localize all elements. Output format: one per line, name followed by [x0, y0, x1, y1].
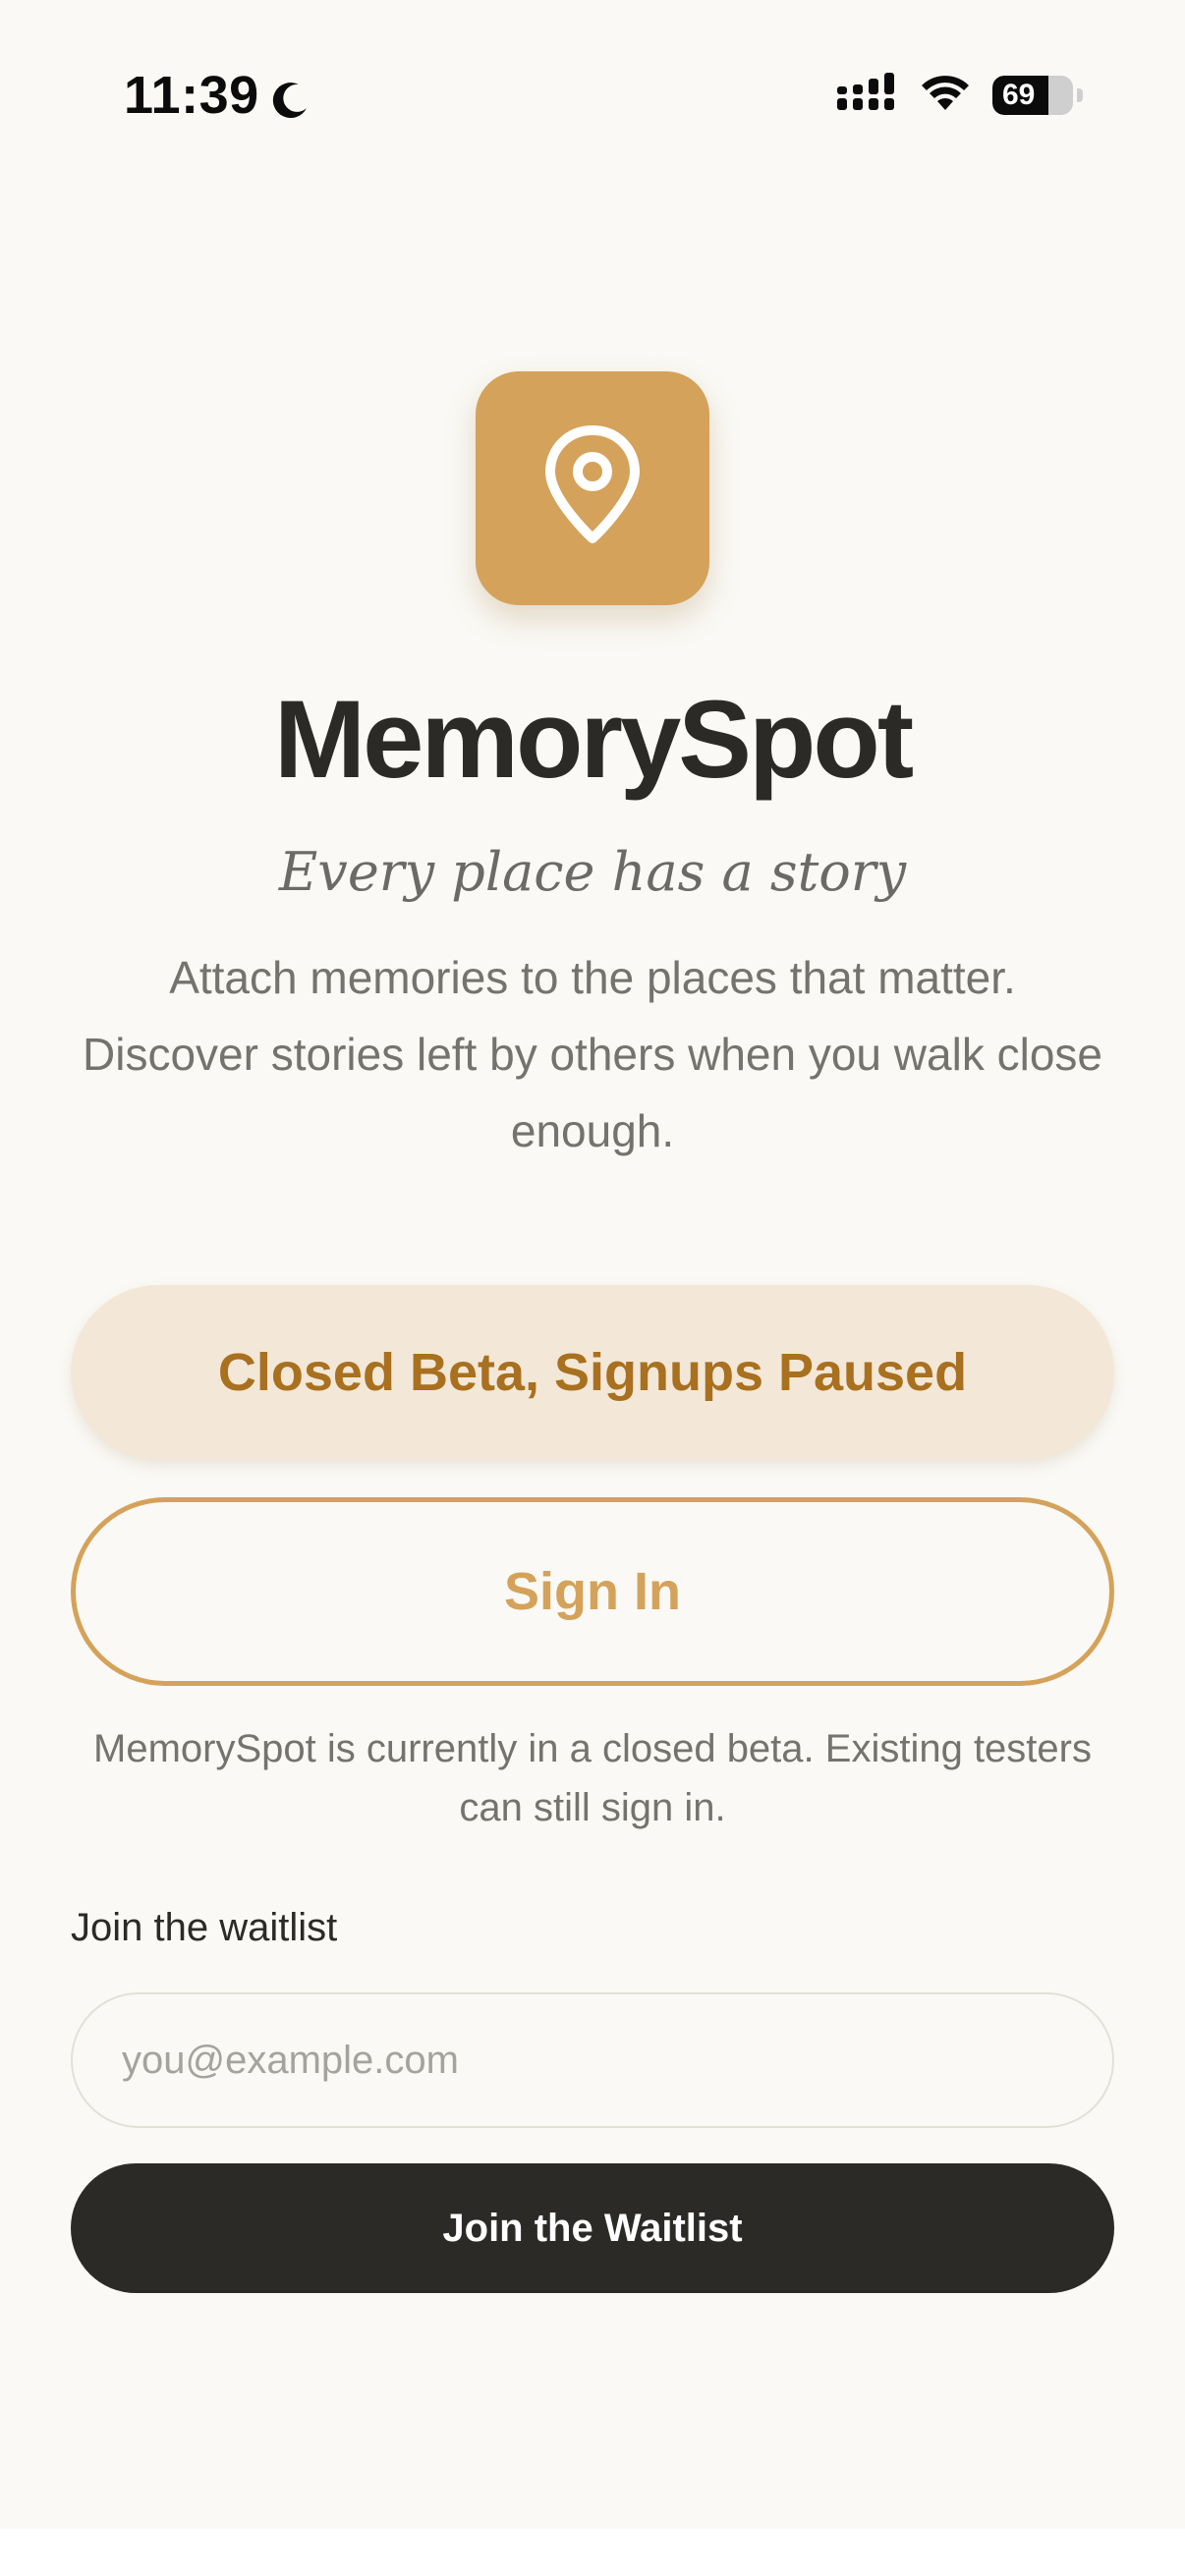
join-waitlist-button[interactable]: Join the Waitlist: [71, 2163, 1114, 2293]
battery-cap: [1077, 87, 1083, 102]
app-description: Attach memories to the places that matte…: [83, 952, 1102, 1156]
app-tagline: Every place has a story: [278, 841, 907, 903]
app-logo: [476, 371, 709, 605]
sign-in-button[interactable]: Sign In: [71, 1497, 1114, 1686]
closed-beta-status-button[interactable]: Closed Beta, Signups Paused: [71, 1285, 1114, 1460]
moon-icon: [269, 74, 312, 119]
cellular-signal-icon: [837, 73, 898, 117]
map-pin-icon: [538, 422, 647, 555]
waitlist-label: Join the waitlist: [71, 1906, 338, 1949]
status-time-text: 11:39: [124, 66, 259, 125]
app-title: MemorySpot: [273, 678, 914, 801]
battery-level: 69: [1002, 78, 1036, 111]
battery-icon: 69: [992, 75, 1073, 115]
wifi-icon: [920, 73, 971, 117]
waitlist-email-input[interactable]: [71, 1992, 1114, 2128]
closed-beta-note: MemorySpot is currently in a closed beta…: [93, 1727, 1092, 1829]
status-time: 11:39: [124, 65, 312, 126]
bottom-edge: [0, 2529, 1185, 2576]
status-icons: 69: [837, 73, 1083, 117]
status-bar: 11:39 69: [0, 0, 1185, 196]
